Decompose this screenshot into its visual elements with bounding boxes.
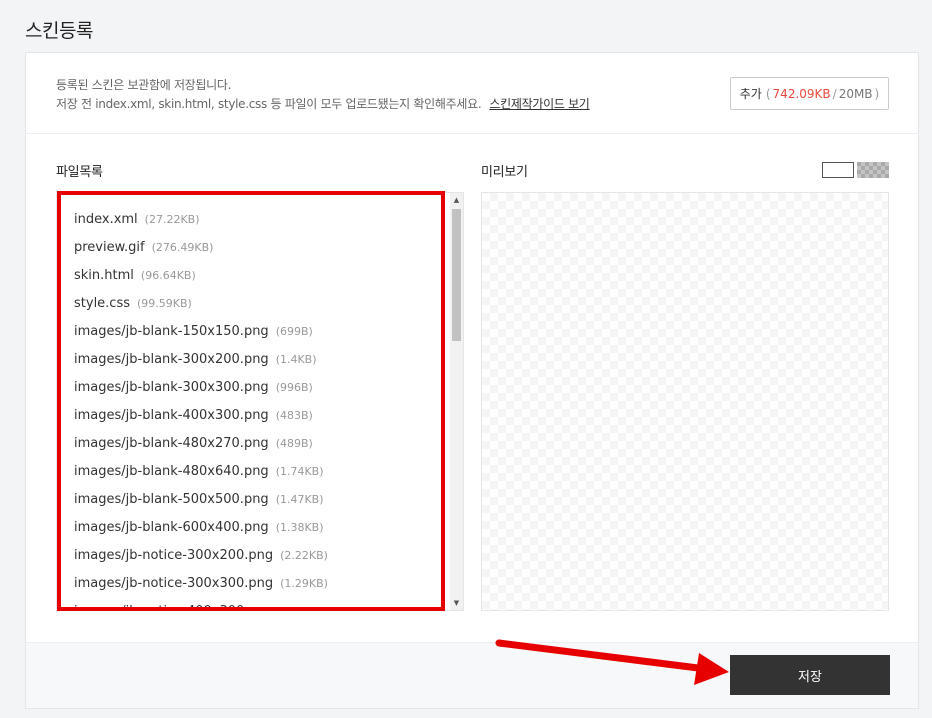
add-button-label: 추가 [739, 87, 762, 101]
file-list-item[interactable]: images/jb-blank-480x640.png (1.74KB) [57, 458, 449, 486]
file-size: (1.29KB) [280, 577, 328, 590]
file-size: (276.49KB) [151, 241, 214, 254]
file-name: images/jb-blank-400x300.png [74, 408, 269, 423]
info-text-2-body: 저장 전 index.xml, skin.html, style.css 등 파… [56, 97, 482, 111]
file-list-item[interactable]: images/jb-notice-300x300.png (1.29KB) [57, 570, 449, 598]
file-size: (1.4KB) [275, 353, 317, 366]
file-name: preview.gif [74, 240, 145, 255]
file-list-item[interactable]: images/jb-notice-400x300.png (744B) [57, 598, 449, 610]
file-list-label: 파일목록 [56, 165, 103, 180]
file-list-item[interactable]: index.xml (27.22KB) [57, 206, 449, 234]
info-text-1: 등록된 스킨은 보관함에 저장됩니다. [56, 78, 232, 92]
add-open-paren: ( [765, 86, 771, 101]
file-size: (96.64KB) [140, 269, 196, 282]
used-size: 742.09KB [772, 86, 831, 101]
white-background-toggle[interactable] [822, 162, 854, 178]
file-name: images/jb-blank-300x300.png [74, 380, 269, 395]
file-list-item[interactable]: images/jb-blank-300x200.png (1.4KB) [57, 346, 449, 374]
size-separator: / [832, 86, 837, 101]
file-size: (99.59KB) [137, 297, 192, 310]
file-name: images/jb-blank-480x270.png [74, 436, 269, 451]
file-name: images/jb-notice-300x200.png [74, 548, 274, 563]
file-size: (744B) [280, 605, 317, 610]
add-close-paren: ) [874, 86, 880, 101]
file-size: (27.22KB) [144, 213, 200, 226]
file-name: images/jb-notice-400x300.png [74, 604, 273, 610]
file-list[interactable]: index.xml (27.22KB) preview.gif (276.49KB) s… [56, 192, 464, 611]
scroll-up-icon[interactable]: ▲ [450, 193, 463, 207]
file-list-item[interactable]: images/jb-blank-150x150.png (699B) [57, 318, 449, 346]
file-list-item[interactable]: images/jb-blank-480x270.png (489B) [57, 430, 449, 458]
file-size: (483B) [275, 409, 313, 422]
file-name: images/jb-notice-300x300.png [74, 576, 274, 591]
size-limit: 20MB [838, 86, 873, 101]
scroll-thumb[interactable] [452, 209, 461, 341]
file-list-item[interactable]: preview.gif (276.49KB) [57, 234, 449, 262]
scroll-down-icon[interactable]: ▼ [450, 596, 463, 610]
file-list-item[interactable]: images/jb-blank-600x400.png (1.38KB) [57, 514, 449, 542]
file-list-item[interactable]: skin.html (96.64KB) [57, 262, 449, 290]
page-title: 스킨등록 [25, 20, 93, 42]
checker-background-toggle[interactable] [857, 162, 889, 178]
file-size: (1.38KB) [275, 521, 324, 534]
file-name: style.css [74, 296, 130, 311]
file-size: (996B) [275, 381, 313, 394]
skin-guide-link[interactable]: 스킨제작가이드 보기 [489, 97, 589, 111]
file-list-item[interactable]: style.css (99.59KB) [57, 290, 449, 318]
file-name: images/jb-blank-480x640.png [74, 464, 269, 479]
file-list-scrollbar[interactable]: ▲ ▼ [450, 193, 463, 610]
file-list-item[interactable]: images/jb-blank-500x500.png (1.47KB) [57, 486, 449, 514]
file-name: images/jb-blank-150x150.png [74, 324, 269, 339]
save-button[interactable]: 저장 [730, 655, 890, 695]
file-name: skin.html [74, 268, 134, 283]
file-list-item[interactable]: images/jb-blank-300x300.png (996B) [57, 374, 449, 402]
file-size: (2.22KB) [280, 549, 328, 562]
file-items: index.xml (27.22KB) preview.gif (276.49KB) s… [57, 193, 449, 610]
skin-upload-panel: 등록된 스킨은 보관함에 저장됩니다. 저장 전 index.xml, skin… [25, 52, 919, 709]
file-name: images/jb-blank-600x400.png [74, 520, 269, 535]
file-size: (489B) [275, 437, 313, 450]
preview-label: 미리보기 [481, 165, 528, 180]
add-file-button[interactable]: 추가 ( 742.09KB / 20MB ) [730, 77, 889, 110]
info-text-2: 저장 전 index.xml, skin.html, style.css 등 파… [56, 95, 590, 112]
file-name: index.xml [74, 212, 138, 227]
file-size: (699B) [275, 325, 313, 338]
file-size: (1.74KB) [275, 465, 324, 478]
file-size: (1.47KB) [275, 493, 324, 506]
info-section: 등록된 스킨은 보관함에 저장됩니다. 저장 전 index.xml, skin… [26, 53, 918, 134]
file-name: images/jb-blank-300x200.png [74, 352, 269, 367]
file-list-item[interactable]: images/jb-blank-400x300.png (483B) [57, 402, 449, 430]
file-list-item[interactable]: images/jb-notice-300x200.png (2.22KB) [57, 542, 449, 570]
preview-area [481, 192, 889, 611]
file-name: images/jb-blank-500x500.png [74, 492, 269, 507]
